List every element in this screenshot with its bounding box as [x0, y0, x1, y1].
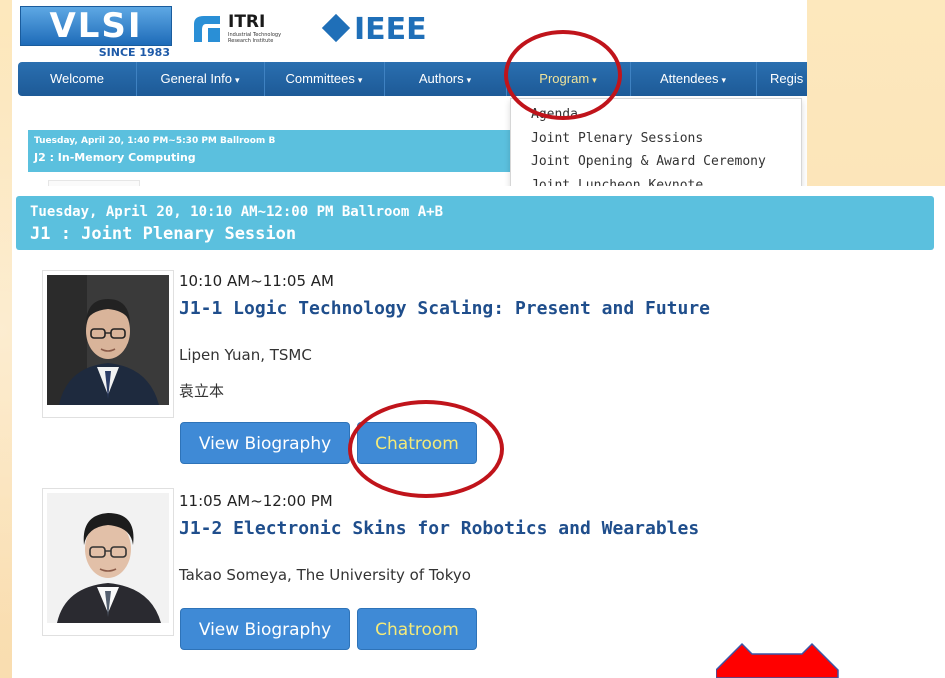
session-datetime: Tuesday, April 20, 1:40 PM~5:30 PM Ballr… [34, 136, 276, 146]
chevron-down-icon: ▾ [721, 75, 727, 85]
talk-title[interactable]: J1-1 Logic Technology Scaling: Present a… [179, 298, 710, 319]
talk-title[interactable]: J1-2 Electronic Skins for Robotics and W… [179, 518, 699, 539]
nav-registration[interactable]: Regis [756, 62, 807, 96]
session-header-j2[interactable]: Tuesday, April 20, 1:40 PM~5:30 PM Ballr… [28, 130, 518, 172]
speaker-portrait-icon [47, 275, 169, 405]
nav-committees[interactable]: Committees ▾ [264, 62, 385, 96]
itri-logo[interactable]: ITRI Industrial Technology Research Inst… [192, 10, 302, 50]
talk-speaker-chinese-name: 袁立本 [179, 382, 225, 400]
dropdown-item-joint-opening[interactable]: Joint Opening & Award Ceremony [531, 154, 766, 169]
vlsi-logo[interactable]: VLSI SINCE 1983 [20, 6, 172, 59]
ieee-diamond-icon [321, 13, 351, 43]
top-screenshot-panel: VLSI SINCE 1983 ITRI Industrial Technolo… [12, 0, 807, 190]
chatroom-button[interactable]: Chatroom [357, 608, 477, 650]
nav-label: Authors [418, 71, 464, 86]
nav-authors[interactable]: Authors ▾ [384, 62, 507, 96]
vlsi-since-text: SINCE 1983 [98, 46, 170, 59]
session-datetime: Tuesday, April 20, 10:10 AM~12:00 PM Bal… [30, 204, 444, 220]
itri-mark-icon [192, 14, 222, 44]
talk-speaker: Takao Someya, The University of Tokyo [179, 566, 471, 584]
nav-label: Attendees [659, 71, 719, 86]
nav-label: Regis [770, 71, 804, 86]
chevron-down-icon: ▾ [235, 75, 240, 85]
view-biography-button[interactable]: View Biography [180, 422, 350, 464]
view-biography-button[interactable]: View Biography [180, 608, 350, 650]
annotation-circle-program [504, 30, 622, 120]
itri-subtitle: Industrial Technology Research Institute [228, 32, 282, 44]
session-title: J2 : In-Memory Computing [34, 151, 196, 164]
nav-label: Welcome [50, 71, 104, 86]
speaker-portrait-icon [47, 493, 169, 623]
nav-general-info[interactable]: General Info ▾ [136, 62, 265, 96]
ieee-logo[interactable]: IEEE [321, 8, 454, 48]
speaker-photo-lipen-yuan [42, 270, 174, 418]
nav-attendees[interactable]: Attendees ▾ [630, 62, 757, 96]
vlsi-logo-text: VLSI [20, 6, 172, 46]
talk-time: 10:10 AM~11:05 AM [179, 272, 334, 290]
chevron-down-icon: ▾ [357, 75, 363, 85]
talk-speaker: Lipen Yuan, TSMC [179, 346, 312, 364]
dropdown-item-joint-plenary[interactable]: Joint Plenary Sessions [531, 131, 703, 146]
red-arrow-icon [716, 642, 839, 678]
annotation-circle-chatroom [348, 400, 504, 498]
main-navbar: Welcome General Info ▾ Committees ▾ Author… [18, 62, 807, 96]
session-title: J1 : Joint Plenary Session [30, 224, 297, 244]
talk-time: 11:05 AM~12:00 PM [179, 492, 333, 510]
nav-welcome[interactable]: Welcome [18, 62, 137, 96]
nav-label: Committees [285, 71, 355, 86]
speaker-photo-takao-someya [42, 488, 174, 636]
itri-logo-text: ITRI [228, 12, 266, 32]
chevron-down-icon: ▾ [466, 75, 472, 85]
session-header-j1[interactable]: Tuesday, April 20, 10:10 AM~12:00 PM Bal… [16, 196, 934, 250]
nav-label: General Info [160, 71, 232, 86]
ieee-logo-text: IEEE [354, 12, 427, 47]
